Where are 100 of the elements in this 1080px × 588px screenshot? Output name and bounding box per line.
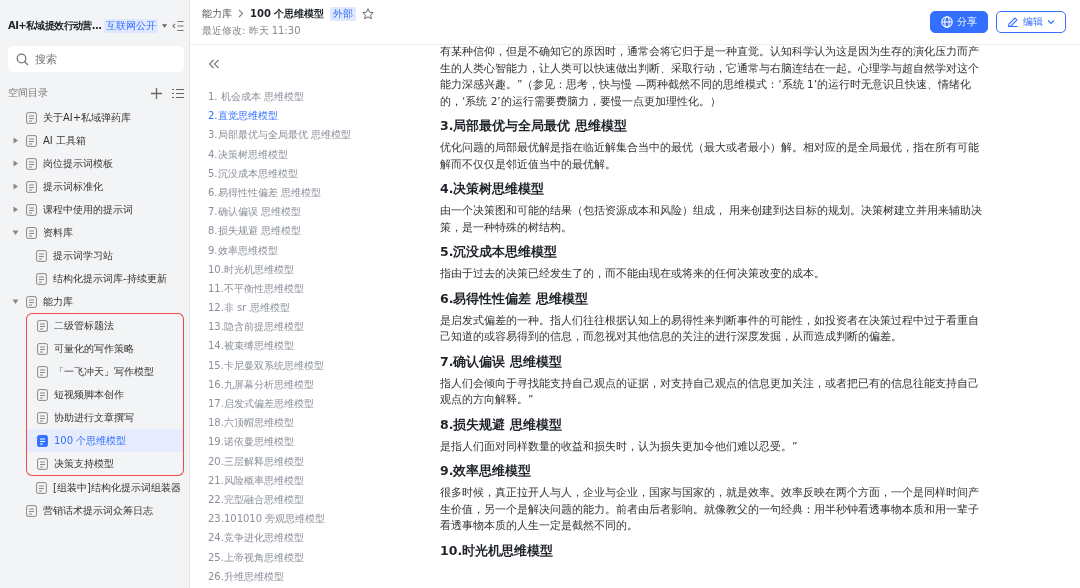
document-icon: [37, 411, 48, 424]
document-icon: [36, 481, 47, 494]
tree-item[interactable]: [组装中]结构化提示词组装器: [26, 476, 184, 499]
toc-item[interactable]: 6.易得性性偏差 思维模型: [208, 182, 440, 203]
toc-item[interactable]: 4.决策树思维模型: [208, 144, 440, 164]
toc-item[interactable]: 11.不平衡性思维模型: [208, 278, 440, 299]
toc-item[interactable]: 7.确认偏误 思维模型: [208, 202, 440, 222]
toc-item[interactable]: 3.局部最优与全局最优 思维模型: [208, 125, 440, 145]
section-heading: 8.损失规避 思维模型: [440, 415, 563, 433]
share-button[interactable]: 分享: [930, 11, 988, 33]
document-icon: [37, 319, 48, 332]
globe-icon: [941, 16, 953, 28]
tree-item[interactable]: 「一飞冲天」写作模型: [26, 360, 184, 383]
tree-item[interactable]: 提示词学习站: [26, 244, 184, 267]
toc-item[interactable]: 16.九屏幕分析思维模型: [208, 374, 440, 394]
breadcrumb-item[interactable]: 100 个思维模型: [250, 6, 325, 21]
paragraph: 是指人们面对同样数量的收益和损失时，认为损失更加令他们难以忍受。”: [440, 438, 799, 454]
document-icon: [26, 203, 37, 216]
expand-arrow-icon[interactable]: [12, 160, 19, 167]
tree-item[interactable]: AI 工具箱: [8, 129, 184, 152]
toc-item[interactable]: 18.六顶帽思维模型: [208, 413, 440, 433]
caret-icon: [1047, 18, 1055, 26]
modified-time: 最近修改: 昨天 11:30: [202, 23, 302, 38]
expand-arrow-icon[interactable]: [12, 298, 19, 305]
toc-item[interactable]: 2.直觉思维模型: [208, 106, 440, 126]
external-badge: 外部: [330, 6, 357, 21]
document-icon: [37, 434, 48, 447]
expand-arrow-icon[interactable]: [12, 183, 19, 190]
star-icon[interactable]: [362, 7, 375, 20]
tree-item[interactable]: 能力库: [8, 290, 184, 313]
toc-item[interactable]: 21.风险概率思维模型: [208, 470, 440, 490]
tree-item[interactable]: 课程中使用的提示词: [8, 198, 184, 221]
tree-item[interactable]: 岗位提示词模板: [8, 152, 184, 175]
tree-item[interactable]: 短视频脚本创作: [26, 383, 184, 406]
space-badge: 互联网公开: [104, 19, 159, 33]
paragraph: 指人们会倾向于寻找能支持自己观点的证据，对支持自己观点的信息更加关注，或者把已有的信息往能支持自己观点的方向解释。”: [440, 375, 980, 407]
document-icon: [26, 134, 37, 147]
list-icon[interactable]: [172, 87, 184, 99]
tree-item[interactable]: 可量化的写作策略: [26, 337, 184, 360]
tree-item[interactable]: 资料库: [8, 221, 184, 244]
tree-item[interactable]: 关于AI+私域弹药库: [8, 106, 184, 129]
tree-item[interactable]: 提示词标准化: [8, 175, 184, 198]
section-heading: 5.沉没成本思维模型: [440, 243, 559, 260]
toc-item[interactable]: 20.三层解释思维模型: [208, 451, 440, 471]
toc-item[interactable]: 13.隐含前提思维模型: [208, 317, 440, 337]
toc-item[interactable]: 15.卡尼曼双系统思维模型: [208, 355, 440, 375]
document-icon: [37, 342, 48, 355]
document-icon: [37, 457, 48, 470]
toc-item[interactable]: 8.损失规避 思维模型: [208, 221, 440, 241]
section-heading: 4.决策树思维模型: [440, 180, 546, 197]
document-icon: [26, 226, 37, 239]
pencil-icon: [1007, 16, 1019, 28]
toc-item[interactable]: 10.时光机思维模型: [208, 259, 440, 279]
search-field[interactable]: 搜索: [8, 46, 184, 72]
paragraph: 指由于过去的决策已经发生了的，而不能由现在或将来的任何决策改变的成本。: [440, 266, 826, 281]
expand-arrow-icon[interactable]: [12, 206, 19, 213]
section-heading: 6.易得性性偏差 思维模型: [440, 289, 589, 307]
add-icon[interactable]: [151, 87, 162, 99]
caret-icon[interactable]: [161, 22, 169, 30]
section-heading: 7.确认偏误 思维模型: [440, 352, 563, 370]
breadcrumb-item[interactable]: 能力库: [202, 6, 232, 21]
document-icon: [26, 111, 37, 124]
toc-item[interactable]: 12.非 sr 思维模型: [208, 298, 440, 318]
section-heading: 9.效率思维模型: [440, 462, 533, 479]
document-icon: [36, 272, 47, 285]
chevron-right-icon: [238, 9, 244, 18]
paragraph: 是启发式偏差的一种。指人们往往根据认知上的易得性来判断事件的可能性，如投资者在决策过程中过于看重自己知道的或容易得到的信息，而忽视对其他信息的关注的进行深度发掘，从而造成判断的偏差。: [440, 312, 980, 344]
document-icon: [37, 388, 48, 401]
space-title[interactable]: AI+私域提效行动营...: [8, 19, 102, 33]
toc-item[interactable]: 1. 机会成本 思维模型: [208, 87, 440, 107]
toc-item[interactable]: 25.上帝视角思维模型: [208, 547, 440, 567]
expand-arrow-icon[interactable]: [12, 229, 19, 236]
toc-item[interactable]: 23.101010 旁观思维模型: [208, 509, 440, 529]
section-heading: 10.时光机思维模型: [440, 541, 555, 559]
tree-item[interactable]: 决策支持模型: [26, 452, 184, 476]
toc-item[interactable]: 26.升维思维模型: [208, 566, 440, 586]
paragraph: 由一个决策图和可能的结果（包括资源成本和风险）组成， 用来创建到达目标的规划。决策树建立并用来辅助决策，是一种特殊的树结构。: [440, 203, 984, 235]
toc-item[interactable]: 14.被束缚思维模型: [208, 336, 440, 356]
toc-item[interactable]: 5.沉没成本思维模型: [208, 163, 440, 183]
collapse-icon[interactable]: [208, 59, 220, 69]
tree-item[interactable]: 二级管标题法: [26, 313, 184, 337]
tree-item[interactable]: 100 个思维模型: [26, 429, 184, 452]
document-icon: [26, 295, 37, 308]
tree-item[interactable]: 营销话术提示词众筹日志: [8, 499, 184, 522]
paragraph: 很多时候，真正拉开人与人，企业与企业，国家与国家的，就是效率。效率反映在两个方面，一个是同样时间产生价值，另一个是解决问题的能力。前者由后者影响。就像教父的一句经典：用半秒钟看透事物本质和用一辈子看透事物本质的人生一定是截然不同的。: [440, 485, 980, 533]
toc-item[interactable]: 9.效率思维模型: [208, 240, 440, 260]
toc-item[interactable]: 22.完型融合思维模型: [208, 489, 440, 510]
section-heading: 3.局部最优与全局最优 思维模型: [440, 117, 628, 134]
document-icon: [26, 157, 37, 170]
edit-button[interactable]: 编辑: [996, 11, 1066, 33]
document-icon: [37, 365, 48, 378]
toc-item[interactable]: 19.诺依曼思维模型: [208, 432, 440, 452]
section-title: 空间目录: [8, 86, 49, 100]
collapse-icon[interactable]: [171, 20, 184, 32]
toc-item[interactable]: 17.启发式偏差思维模型: [208, 394, 440, 414]
toc-item[interactable]: 24.竞争进化思维模型: [208, 528, 440, 548]
expand-arrow-icon[interactable]: [12, 137, 19, 144]
document-icon: [26, 504, 37, 517]
document-icon: [26, 180, 37, 193]
tree-item[interactable]: 结构化提示词库-持续更新: [26, 267, 184, 290]
